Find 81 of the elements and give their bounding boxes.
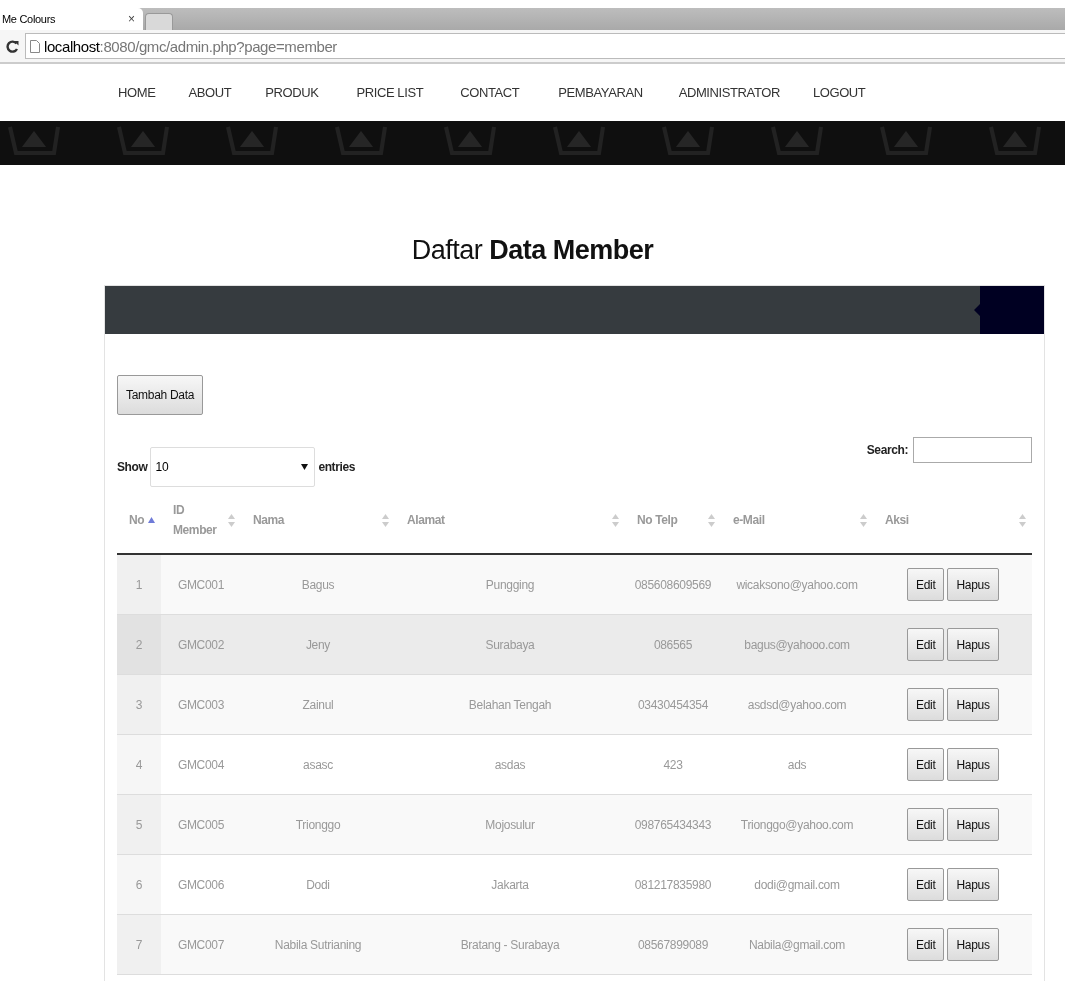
table-cell-text: 085608609569: [633, 576, 713, 594]
table-cell-text: asdsd@yahoo.com: [746, 696, 848, 714]
edit-button[interactable]: Edit: [907, 688, 945, 721]
table-cell: 3: [117, 675, 161, 734]
nav-link[interactable]: LOGOUT: [812, 85, 866, 100]
table-cell-text: Pungging: [484, 576, 536, 594]
table-cell-text: Nabila@gmail.com: [747, 936, 847, 954]
table-cell-text: Bagus: [300, 576, 336, 594]
table-cell-text: Jakarta: [490, 876, 530, 894]
table-cell-text: GMC005: [176, 816, 226, 834]
table-cell-text: Surabaya: [484, 636, 536, 654]
table-cell-text: 098765434343: [633, 816, 713, 834]
table-cell: 5: [117, 795, 161, 854]
delete-button[interactable]: Hapus: [947, 748, 999, 781]
delete-button[interactable]: Hapus: [947, 868, 999, 901]
table-cell-text: asasc: [302, 756, 334, 774]
delete-button[interactable]: Hapus: [947, 568, 999, 601]
nav-link[interactable]: ADMINISTRATOR: [678, 85, 780, 100]
table-cell: 6: [117, 855, 161, 914]
table-cell-text: Dodi: [305, 876, 331, 894]
show-label: Show: [117, 460, 148, 474]
table-cell-text: Mojosulur: [484, 816, 536, 834]
dropdown-arrow-icon: [301, 464, 309, 470]
edit-button[interactable]: Edit: [907, 628, 945, 661]
table-cell-text: Belahan Tengah: [467, 696, 553, 714]
edit-button[interactable]: Edit: [907, 568, 945, 601]
table-cell: 2: [117, 615, 161, 674]
page-title: Daftar Data Member: [410, 235, 655, 267]
table-cell-text: dodi@gmail.com: [753, 876, 841, 894]
edit-button[interactable]: Edit: [907, 868, 945, 901]
table-cell-text: wicaksono@yahoo.com: [735, 576, 859, 594]
delete-button[interactable]: Hapus: [947, 808, 999, 841]
table-cell-text: GMC007: [176, 936, 226, 954]
table-cell-text: GMC004: [176, 756, 226, 774]
nav-link[interactable]: PRODUK: [265, 85, 319, 100]
table-cell-text: GMC006: [176, 876, 226, 894]
corner-tab-drawing: [974, 286, 1044, 334]
edit-button[interactable]: Edit: [907, 928, 945, 961]
entries-label: entries: [318, 460, 355, 474]
edit-button[interactable]: Edit: [907, 748, 945, 781]
delete-button[interactable]: Hapus: [947, 928, 999, 961]
nav-link[interactable]: CONTACT: [460, 85, 520, 100]
delete-button[interactable]: Hapus: [947, 628, 999, 661]
table-cell-text: Jeny: [304, 636, 332, 654]
table-cell-text: Trionggo@yahoo.com: [739, 816, 855, 834]
table-cell-text: 086565: [652, 636, 694, 654]
table-cell-text: asdas: [493, 756, 527, 774]
table-cell-text: Trionggo: [294, 816, 342, 834]
page-icon: [30, 39, 40, 53]
table-cell-text: GMC001: [176, 576, 226, 594]
search-label: Search:: [866, 443, 908, 457]
nav-link[interactable]: HOME: [118, 85, 156, 100]
search-field[interactable]: [913, 437, 1032, 463]
table-cell: 7: [117, 915, 161, 974]
address-bar[interactable]: localhost:8080/gmc/admin.php?page=member: [25, 33, 1065, 59]
delete-button[interactable]: Hapus: [947, 688, 999, 721]
table-cell-text: bagus@yahooo.com: [743, 636, 851, 654]
table-cell-text: ads: [786, 756, 808, 774]
tab-title: Me Colours: [2, 13, 56, 25]
table-cell: 4: [117, 735, 161, 794]
entries-select[interactable]: 10: [150, 447, 316, 487]
table-cell-text: 081217835980: [633, 876, 713, 894]
table-cell-text: GMC003: [176, 696, 226, 714]
table-cell-text: Nabila Sutrianing: [273, 936, 363, 954]
nav-link[interactable]: ABOUT: [188, 85, 232, 100]
table-cell-text: 03430454354: [636, 696, 710, 714]
add-data-button[interactable]: Tambah Data: [117, 375, 204, 415]
table-cell-text: Zainul: [301, 696, 335, 714]
table-cell-text: Bratang - Surabaya: [459, 936, 561, 954]
reload-icon[interactable]: [6, 39, 19, 53]
new-tab-button[interactable]: [145, 13, 173, 30]
edit-button[interactable]: Edit: [907, 808, 945, 841]
url-text: localhost:8080/gmc/admin.php?page=member: [44, 37, 337, 55]
browser-tab[interactable]: Me Colours ×: [0, 8, 143, 30]
table-cell-text: GMC002: [176, 636, 226, 654]
nav-link[interactable]: PEMBAYARAN: [558, 85, 643, 100]
nav-link[interactable]: PRICE LIST: [356, 85, 424, 100]
tab-close-button[interactable]: ×: [128, 12, 135, 26]
table-cell-text: 423: [662, 756, 684, 774]
table-cell-text: 08567899089: [636, 936, 710, 954]
table-cell: 1: [117, 555, 161, 614]
